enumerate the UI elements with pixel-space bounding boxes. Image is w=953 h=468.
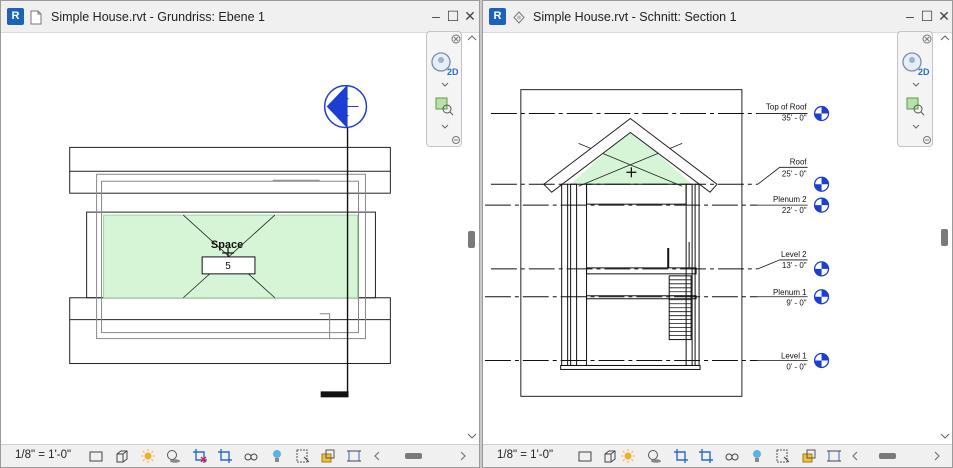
level-elevation[interactable]: 35' - 0" (782, 114, 807, 123)
floor-plan-window-title: Simple House.rvt - Grundriss: Ebene 1 (51, 10, 265, 24)
sun-path-icon[interactable] (620, 448, 636, 464)
shadows-icon[interactable] (165, 448, 181, 464)
floor-plan-view-window[interactable]: R Simple House.rvt - Grundriss: Ebene 1 … (0, 0, 480, 468)
level-head-marker[interactable] (813, 261, 830, 277)
analysis-display-icon[interactable] (775, 448, 791, 464)
zoom-2d-navigation-icon[interactable]: 2D (431, 52, 459, 77)
section-head-marker[interactable]: - - (323, 84, 368, 129)
svg-text:-: - (346, 94, 349, 104)
navigation-bar[interactable]: 2D (426, 31, 462, 147)
close-icon[interactable] (922, 34, 932, 44)
level-name[interactable]: Plenum 1 (773, 288, 807, 297)
level-name[interactable]: Plenum 2 (773, 195, 807, 204)
zoom-region-icon[interactable] (435, 97, 454, 116)
crop-view-icon[interactable] (192, 448, 208, 464)
reveal-hidden-icon[interactable] (749, 448, 765, 464)
stair-treads (668, 275, 692, 341)
shadows-icon[interactable] (646, 448, 662, 464)
level-elevation[interactable]: 22' - 0" (782, 206, 807, 215)
options-icon[interactable] (923, 136, 931, 144)
scrollbar-thumb[interactable] (941, 229, 948, 246)
horizontal-scrollbar[interactable] (373, 450, 469, 462)
detail-level-icon[interactable] (602, 448, 618, 464)
level-head-marker[interactable] (813, 289, 830, 305)
constraints-icon[interactable] (346, 448, 362, 464)
section-window-title: Simple House.rvt - Schnitt: Section 1 (533, 10, 737, 24)
scrollbar-thumb[interactable] (405, 453, 422, 459)
zoom-2d-navigation-icon[interactable]: 2D (902, 52, 930, 77)
level-name[interactable]: Level 2 (781, 250, 807, 259)
close-button[interactable]: ✕ (463, 8, 477, 24)
worksharing-display-icon[interactable] (320, 448, 336, 464)
vertical-scrollbar[interactable] (465, 34, 479, 446)
chevron-down-icon[interactable] (912, 124, 920, 129)
level-head-marker[interactable] (813, 352, 830, 369)
chevron-down-icon[interactable] (912, 82, 920, 87)
horizontal-scrollbar[interactable] (851, 450, 943, 462)
level-name[interactable]: Level 1 (781, 351, 807, 360)
view-scale[interactable]: 1/8" = 1'-0" (15, 449, 71, 461)
space-number[interactable]: 5 (225, 261, 231, 272)
space-tag-label[interactable]: Space (211, 239, 243, 251)
detail-level-icon[interactable] (114, 448, 130, 464)
model-graphics-style-icon[interactable] (577, 448, 593, 464)
section-titlebar[interactable]: R Simple House.rvt - Schnitt: Section 1 … (483, 1, 952, 33)
level-elevation[interactable]: 0' - 0" (786, 362, 806, 371)
temporary-hide-icon[interactable] (724, 448, 740, 464)
analysis-display-icon[interactable] (295, 448, 311, 464)
floor-plan-titlebar[interactable]: R Simple House.rvt - Grundriss: Ebene 1 … (1, 1, 479, 33)
worksharing-display-icon[interactable] (801, 448, 817, 464)
close-button[interactable]: ✕ (937, 8, 951, 24)
level-elevation[interactable]: 25' - 0" (782, 169, 807, 178)
constraints-icon[interactable] (826, 448, 842, 464)
chevron-down-icon[interactable] (441, 82, 449, 87)
temporary-hide-icon[interactable] (243, 448, 259, 464)
zoom-region-icon[interactable] (906, 97, 925, 116)
chevron-down-icon[interactable] (441, 124, 449, 129)
navigation-bar[interactable]: 2D (897, 31, 933, 147)
close-icon[interactable] (451, 34, 461, 44)
scrollbar-thumb[interactable] (468, 231, 475, 248)
minimize-button[interactable]: – (903, 8, 917, 24)
section-view-icon (513, 11, 525, 24)
level-elevation[interactable]: 13' - 0" (782, 261, 807, 270)
view-control-bar: 1/8" = 1'-0" (1, 444, 479, 467)
maximize-button[interactable]: ☐ (446, 8, 460, 24)
view-control-bar: 1/8" = 1'-0" (483, 444, 952, 467)
sun-path-icon[interactable] (140, 448, 156, 464)
revit-app-icon: R (489, 8, 506, 25)
level-elevation[interactable]: 9' - 0" (786, 299, 806, 308)
section-canvas[interactable]: Top of Roof 35' - 0" Roof 25' - 0" Plenu… (483, 34, 952, 446)
show-crop-region-icon[interactable] (698, 448, 714, 464)
model-graphics-style-icon[interactable] (88, 448, 104, 464)
floor-plan-canvas[interactable]: - - Space 5 (1, 34, 479, 446)
level-head-marker[interactable] (813, 105, 830, 122)
reveal-hidden-icon[interactable] (269, 448, 285, 464)
document-icon (30, 10, 42, 25)
crop-view-icon[interactable] (673, 448, 689, 464)
options-icon[interactable] (452, 136, 460, 144)
show-crop-region-icon[interactable] (217, 448, 233, 464)
maximize-button[interactable]: ☐ (920, 8, 934, 24)
level-head-marker[interactable] (813, 197, 830, 213)
svg-text:-: - (346, 111, 349, 121)
section-view-window[interactable]: R Simple House.rvt - Schnitt: Section 1 … (482, 0, 953, 468)
scrollbar-thumb[interactable] (879, 453, 896, 459)
level-name[interactable]: Top of Roof (766, 103, 807, 112)
level-name[interactable]: Roof (790, 157, 808, 166)
svg-text:2D: 2D (447, 67, 459, 77)
svg-text:2D: 2D (918, 67, 930, 77)
view-scale[interactable]: 1/8" = 1'-0" (497, 449, 553, 461)
vertical-scrollbar[interactable] (938, 34, 952, 446)
revit-app-icon: R (7, 8, 24, 25)
minimize-button[interactable]: – (429, 8, 443, 24)
level-head-marker[interactable] (813, 176, 830, 192)
